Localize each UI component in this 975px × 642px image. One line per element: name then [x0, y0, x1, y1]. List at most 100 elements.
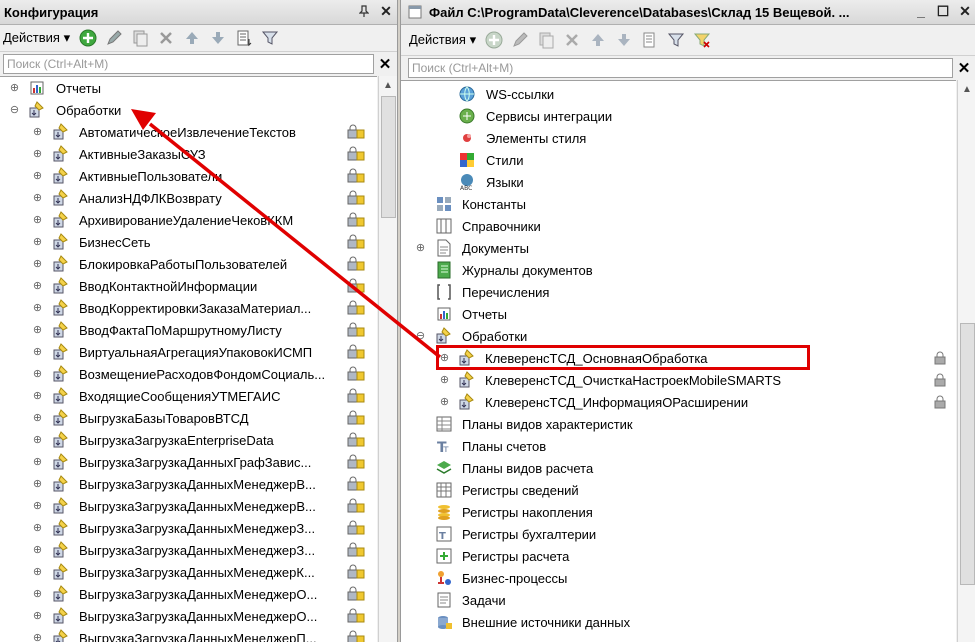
copy-icon[interactable]	[130, 28, 150, 48]
scrollbar-thumb[interactable]	[960, 323, 975, 585]
tree-node-processing-item[interactable]: ⊕ ВыгрузкаЗагрузкаДанныхГрафЗавис...	[0, 451, 377, 473]
expand-icon[interactable]: ⊕	[9, 82, 20, 94]
tree-node-root[interactable]: Бизнес-процессы	[401, 567, 956, 589]
expand-icon[interactable]: ⊕	[32, 324, 43, 336]
tree-node-processing-item[interactable]: ⊕ ВыгрузкаЗагрузкаДанныхМенеджерО...	[0, 583, 377, 605]
tree-node-root[interactable]: Журналы документов	[401, 259, 956, 281]
pin-icon[interactable]	[355, 2, 373, 20]
tree-node-root[interactable]: Регистры накопления	[401, 501, 956, 523]
tree-node-common-item[interactable]: WS-ссылки	[401, 83, 956, 105]
move-up-icon[interactable]	[588, 30, 608, 50]
collapse-icon[interactable]: ⊖	[9, 104, 20, 116]
expand-icon[interactable]: ⊕	[32, 170, 43, 182]
expand-icon[interactable]: ⊕	[32, 302, 43, 314]
delete-icon[interactable]	[562, 30, 582, 50]
expand-icon[interactable]: ⊕	[32, 478, 43, 490]
expand-icon[interactable]: ⊕	[32, 258, 43, 270]
database-scrollbar[interactable]: ▲	[957, 80, 975, 642]
tree-node-processing-item[interactable]: ⊕ ВыгрузкаЗагрузкаEnterpriseData	[0, 429, 377, 451]
tree-node-common-item[interactable]: Сервисы интеграции	[401, 105, 956, 127]
tree-node-processing-item[interactable]: ⊕ ВыгрузкаЗагрузкаДанныхМенеджерЗ...	[0, 517, 377, 539]
tree-node-processing-item[interactable]: ⊕ АктивныеПользователи	[0, 165, 377, 187]
tree-node-processing-item[interactable]: ⊕ ВыгрузкаЗагрузкаДанныхМенеджерП...	[0, 627, 377, 642]
expand-icon[interactable]: ⊕	[32, 500, 43, 512]
tree-node-processing-item[interactable]: ⊕ АнализНДФЛКВозврату	[0, 187, 377, 209]
expand-icon[interactable]: ⊕	[32, 280, 43, 292]
expand-icon[interactable]: ⊕	[32, 368, 43, 380]
tree-node-processing-item[interactable]: ⊕ ВозмещениеРасходовФондомСоциаль...	[0, 363, 377, 385]
search-clear-icon[interactable]: ✕	[376, 54, 394, 74]
tree-node-root[interactable]: Перечисления	[401, 281, 956, 303]
tree-node-processing-item[interactable]: ⊕ АрхивированиеУдалениеЧековККМ	[0, 209, 377, 231]
expand-icon[interactable]: ⊕	[32, 390, 43, 402]
expand-icon[interactable]: ⊕	[439, 396, 450, 408]
tree-node-common-item[interactable]: Стили	[401, 149, 956, 171]
maximize-icon[interactable]: ☐	[934, 2, 952, 20]
tree-node-processing-item[interactable]: ⊕ ВходящиеСообщенияУТМЕГАИС	[0, 385, 377, 407]
tree-node-root[interactable]: Отчеты	[401, 303, 956, 325]
move-up-icon[interactable]	[182, 28, 202, 48]
expand-icon[interactable]: ⊕	[32, 148, 43, 160]
expand-icon[interactable]: ⊕	[32, 456, 43, 468]
database-search-input[interactable]	[408, 58, 953, 78]
add-icon[interactable]	[484, 30, 504, 50]
expand-icon[interactable]: ⊕	[32, 412, 43, 424]
tree-node-processing-item[interactable]: ⊕ КлеверенсТСД_ОчисткаНастроекMobileSMART…	[401, 369, 956, 391]
filter-icon[interactable]	[666, 30, 686, 50]
tree-node-processing-item[interactable]: ⊕ ВыгрузкаЗагрузкаДанныхМенеджерЗ...	[0, 539, 377, 561]
close-icon[interactable]: ✕	[956, 2, 974, 20]
delete-icon[interactable]	[156, 28, 176, 48]
expand-icon[interactable]: ⊕	[32, 544, 43, 556]
tree-node-root[interactable]: Внешние источники данных	[401, 611, 956, 633]
tree-node-processing-item[interactable]: ⊕ ВыгрузкаЗагрузкаДанныхМенеджерК...	[0, 561, 377, 583]
tree-node-root[interactable]: Планы видов характеристик	[401, 413, 956, 435]
tree-node-root[interactable]: Справочники	[401, 215, 956, 237]
tree-node-processing-item[interactable]: ⊕ ВводФактаПоМаршрутномуЛисту	[0, 319, 377, 341]
tree-node-processing-item[interactable]: ⊕ КлеверенсТСД_ОсновнаяОбработка	[401, 347, 956, 369]
expand-icon[interactable]: ⊕	[32, 610, 43, 622]
sort-icon[interactable]	[640, 30, 660, 50]
minimize-icon[interactable]: _	[912, 2, 930, 20]
expand-icon[interactable]: ⊕	[32, 192, 43, 204]
tree-node-processing[interactable]: ⊖ Обработки	[0, 99, 377, 121]
actions-menu-button[interactable]: Действия ▾	[409, 32, 478, 48]
tree-node-processing-item[interactable]: ⊕ ВиртуальнаяАгрегацияУпаковокИСМП	[0, 341, 377, 363]
filter-clear-icon[interactable]	[692, 30, 712, 50]
tree-node-processing-item[interactable]: ⊕ ВводКонтактнойИнформации	[0, 275, 377, 297]
expand-icon[interactable]: ⊕	[32, 566, 43, 578]
scrollbar-thumb[interactable]	[381, 96, 396, 218]
tree-node-processing-item[interactable]: ⊕ АвтоматическоеИзвлечениеТекстов	[0, 121, 377, 143]
edit-icon[interactable]	[104, 28, 124, 48]
tree-node-processing-item[interactable]: ⊕ КлеверенсТСД_ИнформацияОРасширении	[401, 391, 956, 413]
expand-icon[interactable]: ⊕	[32, 126, 43, 138]
sort-icon[interactable]	[234, 28, 254, 48]
scroll-up-icon[interactable]: ▲	[379, 76, 397, 94]
expand-icon[interactable]: ⊕	[32, 434, 43, 446]
move-down-icon[interactable]	[208, 28, 228, 48]
tree-node-root[interactable]: Тт Планы счетов	[401, 435, 956, 457]
expand-icon[interactable]: ⊕	[439, 352, 450, 364]
close-icon[interactable]: ✕	[377, 2, 395, 20]
expand-icon[interactable]: ⊕	[32, 236, 43, 248]
tree-node-processing-item[interactable]: ⊕ БлокировкаРаботыПользователей	[0, 253, 377, 275]
scroll-up-icon[interactable]: ▲	[958, 80, 975, 98]
actions-menu-button[interactable]: Действия ▾	[3, 30, 72, 46]
tree-node-root[interactable]: Регистры сведений	[401, 479, 956, 501]
expand-icon[interactable]: ⊕	[32, 346, 43, 358]
collapse-icon[interactable]: ⊖	[415, 330, 426, 342]
expand-icon[interactable]: ⊕	[32, 632, 43, 642]
tree-node-reports[interactable]: ⊕ Отчеты	[0, 77, 377, 99]
configuration-scrollbar[interactable]: ▲	[378, 76, 397, 642]
expand-icon[interactable]: ⊕	[415, 242, 426, 254]
expand-icon[interactable]: ⊕	[32, 214, 43, 226]
tree-node-processing-item[interactable]: ⊕ ВводКорректировкиЗаказаМатериал...	[0, 297, 377, 319]
tree-node-common-item[interactable]: ABC Языки	[401, 171, 956, 193]
move-down-icon[interactable]	[614, 30, 634, 50]
tree-node-processing-item[interactable]: ⊕ ВыгрузкаЗагрузкаДанныхМенеджерВ...	[0, 473, 377, 495]
copy-icon[interactable]	[536, 30, 556, 50]
tree-node-root[interactable]: Регистры расчета	[401, 545, 956, 567]
tree-node-root[interactable]: ⊕ Документы	[401, 237, 956, 259]
tree-node-root[interactable]: Задачи	[401, 589, 956, 611]
tree-node-common-item[interactable]: Элементы стиля	[401, 127, 956, 149]
tree-node-root[interactable]: Планы видов расчета	[401, 457, 956, 479]
